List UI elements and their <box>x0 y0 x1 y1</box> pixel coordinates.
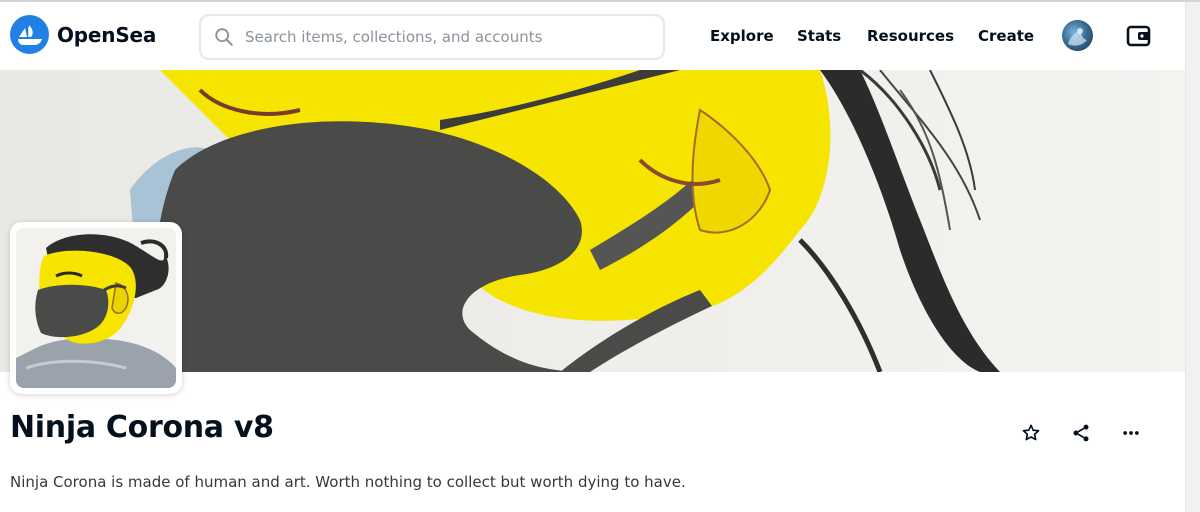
more-horizontal-icon <box>1123 431 1139 435</box>
nav-resources[interactable]: Resources <box>867 27 954 45</box>
home-logo-link[interactable]: OpenSea <box>10 15 156 54</box>
search-icon <box>215 28 233 46</box>
brand-name: OpenSea <box>57 22 157 47</box>
user-avatar-icon[interactable] <box>1062 20 1093 51</box>
opensea-logo-icon <box>10 15 49 54</box>
favorite-button[interactable] <box>1019 421 1043 445</box>
top-navbar: OpenSea Explore Stats Resources Create <box>0 2 1185 70</box>
nav-stats[interactable]: Stats <box>797 27 841 45</box>
share-button[interactable] <box>1069 421 1093 445</box>
search-bar[interactable] <box>199 14 665 60</box>
search-input[interactable] <box>245 28 645 46</box>
collection-profile-picture <box>10 222 182 394</box>
collection-description: Ninja Corona is made of human and art. W… <box>10 473 686 491</box>
page-scrollbar[interactable] <box>1185 2 1200 512</box>
collection-title: Ninja Corona v8 <box>10 410 274 445</box>
share-icon <box>1073 424 1089 442</box>
nav-create[interactable]: Create <box>978 27 1034 45</box>
wallet-icon[interactable] <box>1126 24 1152 48</box>
star-icon <box>1022 424 1040 441</box>
more-options-button[interactable] <box>1119 421 1143 445</box>
nav-explore[interactable]: Explore <box>710 27 774 45</box>
